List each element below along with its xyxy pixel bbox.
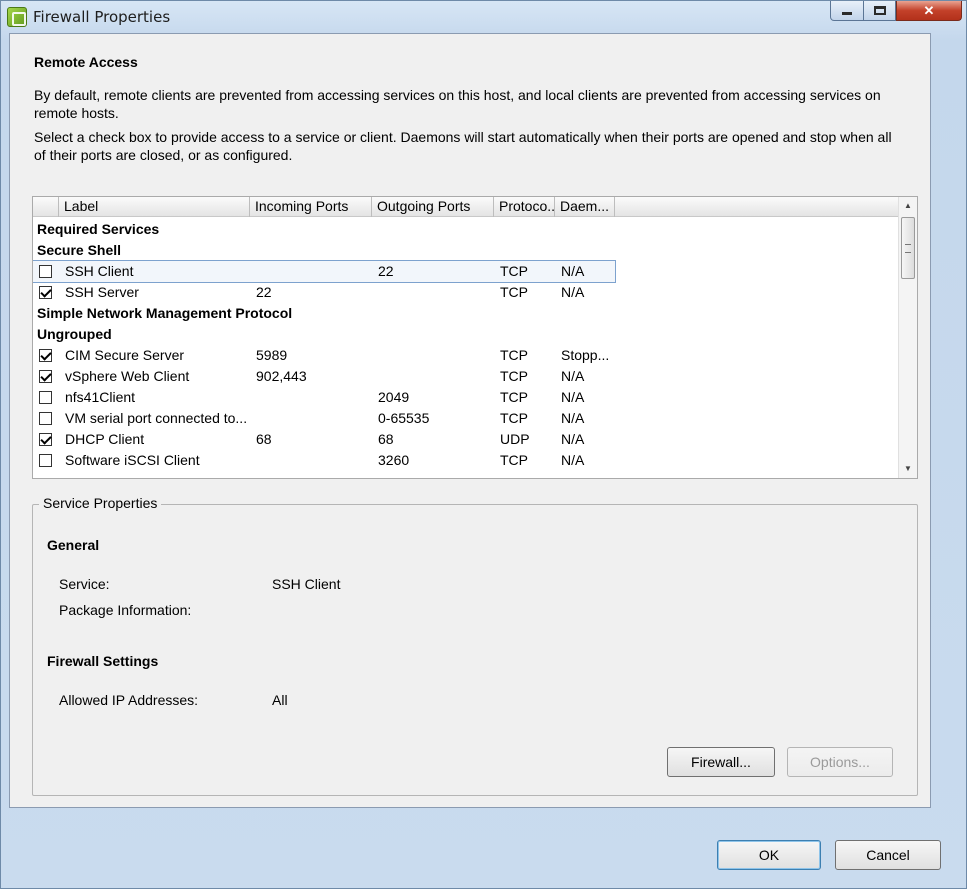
outgoing-ports-cell: 68 (378, 431, 394, 447)
services-table: Label Incoming Ports Outgoing Ports Prot… (32, 196, 918, 479)
incoming-ports-cell: 5989 (256, 347, 288, 363)
table-body: Required Services Secure Shell SSH Client 2… (33, 219, 899, 471)
service-properties-group: Service Properties General Service: SSH … (32, 495, 918, 796)
group-header: Secure Shell (37, 242, 122, 258)
row-checkbox[interactable] (39, 286, 52, 299)
group-header: Ungrouped (37, 326, 112, 342)
outgoing-ports-cell: 3260 (378, 452, 410, 468)
cancel-button[interactable]: Cancel (835, 840, 941, 870)
service-label-cell: CIM Secure Server (65, 347, 185, 363)
ok-button[interactable]: OK (717, 840, 821, 870)
daemon-cell: Stopp... (561, 347, 610, 363)
daemon-cell: N/A (561, 284, 585, 300)
maximize-icon (873, 6, 886, 15)
table-row[interactable]: SSH Client 22 TCP N/A (33, 260, 616, 283)
service-properties-legend: Service Properties (39, 495, 162, 511)
header-protocol[interactable]: Protoco... (494, 197, 555, 217)
protocol-cell: TCP (500, 347, 528, 363)
row-checkbox[interactable] (39, 349, 52, 362)
vsphere-app-icon (7, 7, 27, 27)
maximize-button[interactable] (863, 1, 896, 21)
outgoing-ports-cell: 2049 (378, 389, 410, 405)
table-row[interactable]: nfs41Client 2049 TCP N/A (33, 387, 899, 408)
table-row[interactable]: SSH Server 22 TCP N/A (33, 282, 899, 303)
table-row[interactable]: Software iSCSI Client 3260 TCP N/A (33, 450, 899, 471)
general-heading: General (47, 537, 100, 553)
protocol-cell: TCP (500, 368, 528, 384)
service-label-cell: nfs41Client (65, 389, 136, 405)
header-incoming-ports[interactable]: Incoming Ports (250, 197, 372, 217)
scroll-up-icon[interactable]: ▲ (899, 197, 917, 215)
service-label: Service: (59, 576, 110, 592)
row-checkbox[interactable] (39, 454, 52, 467)
service-label-cell: DHCP Client (65, 431, 145, 447)
daemon-cell: N/A (561, 431, 585, 447)
close-button[interactable]: ✕ (896, 1, 962, 21)
firewall-properties-window: Firewall Properties ✕ Remote Access By d… (0, 0, 967, 889)
service-label-cell: SSH Client (65, 263, 134, 279)
protocol-cell: TCP (500, 452, 528, 468)
group-header: Simple Network Management Protocol (37, 305, 293, 321)
group-header: Required Services (37, 221, 160, 237)
protocol-cell: UDP (500, 431, 530, 447)
row-checkbox[interactable] (39, 412, 52, 425)
row-checkbox[interactable] (39, 370, 52, 383)
service-value: SSH Client (272, 576, 341, 592)
protocol-cell: TCP (500, 284, 528, 300)
allowed-ip-value: All (272, 692, 288, 708)
daemon-cell: N/A (561, 368, 585, 384)
close-icon: ✕ (923, 2, 935, 18)
scroll-thumb[interactable] (901, 217, 915, 279)
window-title: Firewall Properties (33, 8, 171, 26)
package-information-label: Package Information: (59, 602, 192, 618)
scroll-down-icon[interactable]: ▼ (899, 460, 917, 478)
dialog-content: Remote Access By default, remote clients… (9, 33, 931, 808)
description-instructions: Select a check box to provide access to … (34, 129, 892, 163)
table-row[interactable]: DHCP Client 68 68 UDP N/A (33, 429, 899, 450)
header-outgoing-ports[interactable]: Outgoing Ports (372, 197, 494, 217)
daemon-cell: N/A (561, 452, 585, 468)
header-daemon[interactable]: Daem... (555, 197, 615, 217)
table-row[interactable]: CIM Secure Server 5989 TCP Stopp... (33, 345, 899, 366)
daemon-cell: N/A (561, 410, 585, 426)
daemon-cell: N/A (561, 263, 585, 279)
remote-access-heading: Remote Access (34, 54, 138, 70)
protocol-cell: TCP (500, 263, 528, 279)
vertical-scrollbar[interactable]: ▲ ▼ (898, 197, 917, 478)
outgoing-ports-cell: 0-65535 (378, 410, 430, 426)
header-label[interactable]: Label (59, 197, 250, 217)
protocol-cell: TCP (500, 389, 528, 405)
table-row[interactable]: VM serial port connected to... 0-65535 TCP… (33, 408, 899, 429)
allowed-ip-label: Allowed IP Addresses: (59, 692, 199, 708)
service-label-cell: VM serial port connected to... (65, 410, 248, 426)
row-checkbox[interactable] (39, 391, 52, 404)
service-label-cell: SSH Server (65, 284, 139, 300)
incoming-ports-cell: 68 (256, 431, 272, 447)
minimize-icon (842, 12, 852, 15)
firewall-settings-heading: Firewall Settings (47, 653, 159, 669)
incoming-ports-cell: 902,443 (256, 368, 307, 384)
row-checkbox[interactable] (39, 265, 52, 278)
options-button[interactable]: Options... (787, 747, 893, 777)
protocol-cell: TCP (500, 410, 528, 426)
row-checkbox[interactable] (39, 433, 52, 446)
service-label-cell: vSphere Web Client (65, 368, 190, 384)
title-bar[interactable]: Firewall Properties ✕ (1, 1, 966, 33)
service-label-cell: Software iSCSI Client (65, 452, 200, 468)
description-default: By default, remote clients are prevented… (34, 87, 881, 121)
header-checkbox-column[interactable] (33, 197, 59, 217)
table-row[interactable]: vSphere Web Client 902,443 TCP N/A (33, 366, 899, 387)
firewall-button[interactable]: Firewall... (667, 747, 775, 777)
daemon-cell: N/A (561, 389, 585, 405)
minimize-button[interactable] (830, 1, 864, 21)
table-header: Label Incoming Ports Outgoing Ports Prot… (33, 197, 899, 217)
outgoing-ports-cell: 22 (378, 263, 394, 279)
incoming-ports-cell: 22 (256, 284, 272, 300)
